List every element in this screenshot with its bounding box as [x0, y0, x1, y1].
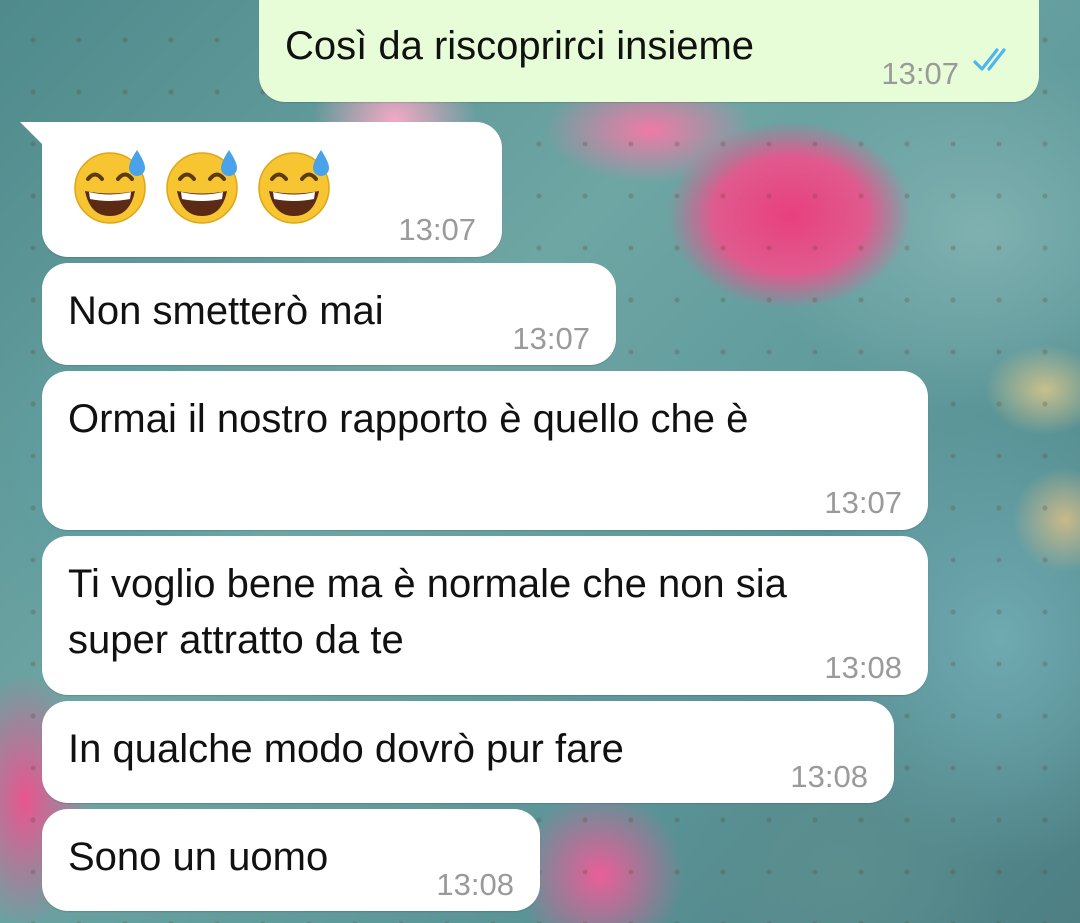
- message-time: 13:07: [512, 321, 590, 356]
- message-bubble-incoming[interactable]: Sono un uomo 13:08: [42, 809, 540, 911]
- message-text: In qualche modo dovrò pur fare: [68, 727, 624, 771]
- message-time: 13:08: [436, 867, 514, 902]
- double-check-icon: [973, 48, 1006, 71]
- message-time: 13:07: [881, 56, 959, 91]
- message-bubble-incoming[interactable]: Ti voglio bene ma è normale che non sia …: [42, 536, 928, 695]
- message-bubble-incoming[interactable]: Ormai il nostro rapporto è quello che è …: [42, 371, 928, 530]
- message-time: 13:08: [824, 650, 902, 685]
- grinning-face-with-sweat-emoji: [74, 150, 146, 224]
- message-text: Ti voglio bene ma è normale che non sia …: [68, 562, 787, 662]
- message-text: Ormai il nostro rapporto è quello che è: [68, 397, 749, 441]
- message-time: 13:08: [790, 759, 868, 794]
- message-time: 13:07: [824, 485, 902, 520]
- message-bubble-incoming[interactable]: In qualche modo dovrò pur fare 13:08: [42, 701, 894, 803]
- message-bubble-incoming[interactable]: 13:07: [20, 122, 502, 257]
- message-bubble-incoming[interactable]: Non smetterò mai 13:07: [42, 263, 616, 365]
- message-text: Sono un uomo: [68, 835, 329, 879]
- message-time: 13:07: [398, 212, 476, 247]
- message-emojis: [70, 146, 334, 226]
- message-text: Non smetterò mai: [68, 289, 384, 333]
- message-text: Così da riscoprirci insieme: [285, 24, 755, 68]
- message-bubble-outgoing[interactable]: Così da riscoprirci insieme 13:07: [259, 0, 1039, 102]
- bubble-tail: [20, 122, 46, 148]
- grinning-face-with-sweat-emoji: [258, 150, 330, 224]
- grinning-face-with-sweat-emoji: [166, 150, 238, 224]
